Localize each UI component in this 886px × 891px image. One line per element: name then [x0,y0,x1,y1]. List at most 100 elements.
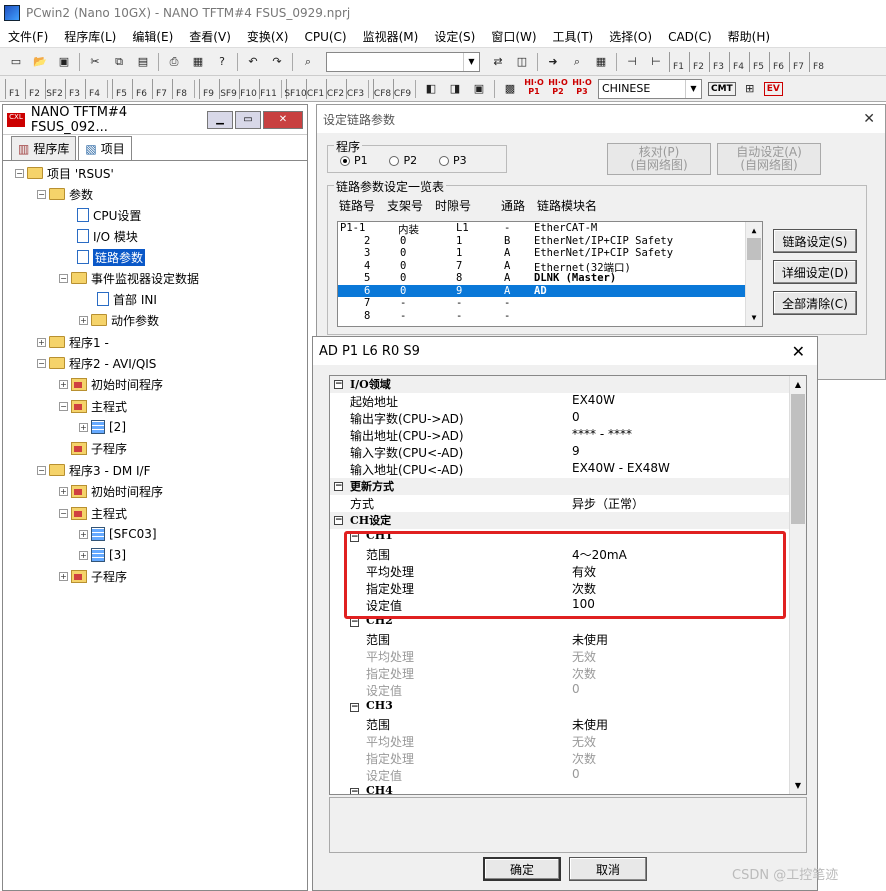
tree-main1[interactable]: − 主程式 [59,396,127,416]
block-icon[interactable]: ◧ [421,79,441,99]
collapse-icon[interactable]: − [350,703,359,712]
ev-button[interactable]: EV [763,81,783,96]
menu-item[interactable]: 编辑(E) [124,28,181,45]
tree-sub1[interactable]: 子程序 [71,438,127,458]
property-category[interactable]: − CH4 [330,784,790,794]
copy-icon[interactable]: ⧉ [109,52,129,72]
link-list[interactable]: P1-1 内装 L1- EtherCAT-M 2 0 1 B EtherNet/IP+CIP S… [337,221,763,327]
scroll-up-icon[interactable]: ▲ [790,376,806,393]
collapse-icon[interactable]: − [59,401,68,411]
cf1-key[interactable]: CF1 [306,78,324,99]
f7-key[interactable]: F7 [789,51,807,72]
property-row[interactable]: 范围 未使用 [330,631,790,648]
collapse-icon[interactable]: − [59,273,68,283]
undo-icon[interactable]: ↶ [243,52,263,72]
scroll-up-icon[interactable]: ▲ [746,222,762,239]
radio-p3[interactable]: P3 [438,154,467,167]
collapse-icon[interactable]: − [37,189,46,199]
link-row[interactable]: 7 - - - [338,297,762,310]
link-setting-button[interactable]: 链路设定(S) [773,229,857,253]
radio-p1[interactable]: P1 [340,154,368,167]
auto-set-button[interactable]: 自动设定(A) (自网络图) [717,143,821,175]
property-row[interactable]: 设定值 0 [330,767,790,784]
collapse-icon[interactable]: − [334,516,343,525]
open-folder-icon[interactable]: 📂 [30,52,50,72]
tree-main2[interactable]: − 主程式 [59,503,127,523]
jump-icon[interactable]: ➜ [543,52,563,72]
property-row[interactable]: 指定处理 次数 [330,750,790,767]
sf2-key[interactable]: SF2 [45,78,63,99]
collapse-icon[interactable]: − [334,380,343,389]
property-row[interactable]: 指定处理 次数 [330,665,790,682]
scroll-thumb[interactable] [791,394,805,524]
collapse-icon[interactable]: − [15,168,24,178]
f10-key[interactable]: F10 [239,78,257,99]
cancel-button[interactable]: 取消 [569,857,647,881]
menu-item[interactable]: 变换(X) [239,28,297,45]
f8-key[interactable]: F8 [809,51,827,72]
expand-icon[interactable]: + [79,422,88,432]
f6-key[interactable]: F6 [769,51,787,72]
grid-scrollbar[interactable]: ▲ ▼ [789,376,806,794]
sf9-key[interactable]: SF9 [219,78,237,99]
property-row[interactable]: 范围 未使用 [330,716,790,733]
cf2-key[interactable]: CF2 [326,78,344,99]
menu-item[interactable]: CPU(C) [296,30,354,44]
property-category[interactable]: − CH设定 [330,512,790,529]
tree-sub2[interactable]: + 子程序 [59,566,127,586]
expand-icon[interactable]: + [59,571,68,581]
close-icon[interactable]: ✕ [863,111,875,127]
tree-root[interactable]: − 项目 'RSUS' [15,163,114,183]
redo-icon[interactable]: ↷ [267,52,287,72]
block3-icon[interactable]: ▣ [469,79,489,99]
cf3-key[interactable]: CF3 [346,78,364,99]
link-row[interactable]: 5 0 8 A DLNK (Master) [338,272,762,285]
menu-item[interactable]: 设定(S) [426,28,483,45]
expand-icon[interactable]: + [59,486,68,496]
tree-params[interactable]: − 参数 [37,184,93,204]
f7-key[interactable]: F7 [152,78,170,99]
expand-icon[interactable]: + [59,379,68,389]
f2-key[interactable]: F2 [689,51,707,72]
menu-item[interactable]: CAD(C) [660,30,720,44]
tab-project[interactable]: ▧ 项目 [78,136,132,160]
f1-key[interactable]: F1 [669,51,687,72]
collapse-icon[interactable]: − [350,618,359,627]
f1-key[interactable]: F1 [5,78,23,99]
property-row[interactable]: 输入字数(CPU<-AD) 9 [330,444,790,461]
link-row[interactable]: 2 0 1 B EtherNet/IP+CIP Safety [338,235,762,248]
tree-prog1[interactable]: + 程序1 - [37,332,109,352]
menu-item[interactable]: 帮助(H) [720,28,778,45]
f5-key[interactable]: F5 [749,51,767,72]
block2-icon[interactable]: ◨ [445,79,465,99]
close-icon[interactable]: ✕ [792,342,805,361]
menu-item[interactable]: 程序库(L) [56,28,124,45]
paste-icon[interactable]: ▤ [133,52,153,72]
f8-key[interactable]: F8 [172,78,190,99]
property-category[interactable]: − 更新方式 [330,478,790,495]
tree-event[interactable]: − 事件监视器设定数据 [59,268,199,288]
expand-icon[interactable]: + [79,550,88,560]
clear-all-button[interactable]: 全部清除(C) [773,291,857,315]
f3-key[interactable]: F3 [709,51,727,72]
radio-p2[interactable]: P2 [389,154,417,167]
tree-init2[interactable]: + 初始时间程序 [59,481,163,501]
collapse-icon[interactable]: − [37,465,46,475]
expand-icon[interactable]: + [79,529,88,539]
cf9-key[interactable]: CF9 [393,78,411,99]
zoom-icon[interactable]: ⌕ [567,52,587,72]
link-row[interactable]: 4 0 7 A Ethernet(32端口) [338,260,762,274]
new-file-icon[interactable]: ▭ [6,52,26,72]
menu-item[interactable]: 工具(T) [545,28,602,45]
tree-item3[interactable]: + [3] [79,545,126,565]
monitor-icon[interactable]: ◫ [512,52,532,72]
expand-icon[interactable]: + [37,337,46,347]
help-icon[interactable]: ? [212,52,232,72]
menu-item[interactable]: 查看(V) [181,28,239,45]
property-category[interactable]: − CH3 [330,699,790,716]
cut-icon[interactable]: ✂ [85,52,105,72]
grid-icon[interactable]: ▦ [591,52,611,72]
link-row[interactable]: 3 0 1 A EtherNet/IP+CIP Safety [338,247,762,260]
menu-item[interactable]: 窗口(W) [483,28,544,45]
f4-key[interactable]: F4 [729,51,747,72]
